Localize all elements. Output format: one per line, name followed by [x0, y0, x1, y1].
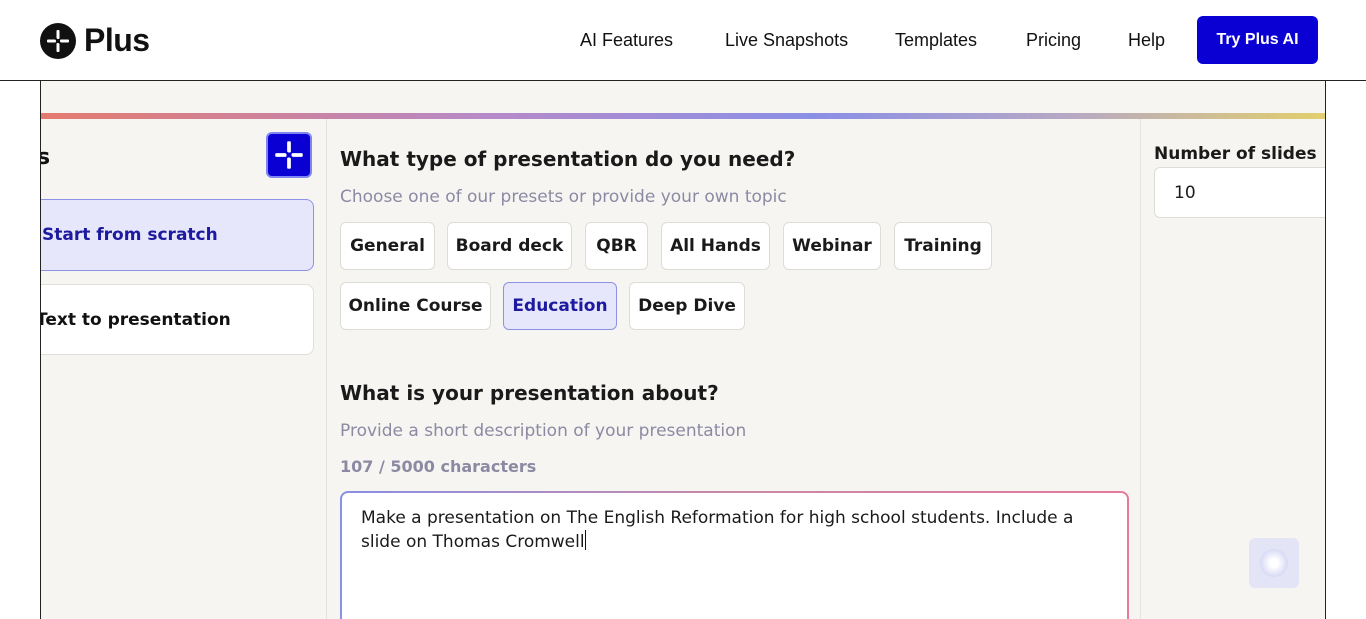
description-textarea[interactable]: Make a presentation on The English Refor… — [342, 493, 1127, 619]
try-plus-ai-button[interactable]: Try Plus AI — [1197, 16, 1318, 64]
text-to-presentation-option[interactable]: Text to presentation — [41, 284, 314, 355]
text-caret — [584, 530, 586, 550]
chip-training[interactable]: Training — [894, 222, 992, 270]
start-from-scratch-option[interactable]: Start from scratch — [41, 199, 314, 271]
chip-webinar[interactable]: Webinar — [783, 222, 881, 270]
nav-templates[interactable]: Templates — [895, 30, 977, 51]
plus-logo[interactable]: Plus — [40, 22, 150, 59]
nav-help[interactable]: Help — [1128, 30, 1165, 51]
description-text: Make a presentation on The English Refor… — [361, 508, 1074, 552]
description-textarea-border: Make a presentation on The English Refor… — [340, 491, 1129, 619]
chip-all-hands[interactable]: All Hands — [661, 222, 770, 270]
nav-live-snapshots[interactable]: Live Snapshots — [725, 30, 848, 51]
presentation-about-heading: What is your presentation about? — [340, 381, 719, 405]
nav-ai-features[interactable]: AI Features — [580, 30, 673, 51]
chip-board-deck[interactable]: Board deck — [447, 222, 572, 270]
character-counter: 107 / 5000 characters — [340, 457, 537, 476]
number-of-slides-label: Number of slides — [1154, 144, 1317, 164]
assistant-bubble-button[interactable] — [1249, 538, 1299, 588]
top-navigation: Plus AI Features Live Snapshots Template… — [0, 0, 1366, 81]
chip-qbr[interactable]: QBR — [585, 222, 648, 270]
presentation-about-subtitle: Provide a short description of your pres… — [340, 421, 747, 441]
left-panel: s Start from scratch Text to presentatio… — [41, 119, 327, 619]
plus-ai-icon — [266, 132, 312, 178]
main-panel: What type of presentation do you need? C… — [340, 119, 1140, 619]
number-of-slides-input[interactable]: 10 — [1154, 167, 1325, 218]
chip-education[interactable]: Education — [503, 282, 617, 330]
plus-logo-icon — [40, 22, 76, 59]
assistant-bubble-icon — [1260, 549, 1288, 577]
logo-text: Plus — [84, 22, 150, 58]
left-panel-title: s — [41, 145, 50, 170]
chip-online-course[interactable]: Online Course — [340, 282, 491, 330]
chip-general[interactable]: General — [340, 222, 435, 270]
presentation-type-heading: What type of presentation do you need? — [340, 147, 796, 171]
chip-deep-dive[interactable]: Deep Dive — [629, 282, 745, 330]
nav-pricing[interactable]: Pricing — [1026, 30, 1081, 51]
presentation-type-subtitle: Choose one of our presets or provide you… — [340, 187, 787, 207]
app-frame: s Start from scratch Text to presentatio… — [40, 81, 1326, 619]
